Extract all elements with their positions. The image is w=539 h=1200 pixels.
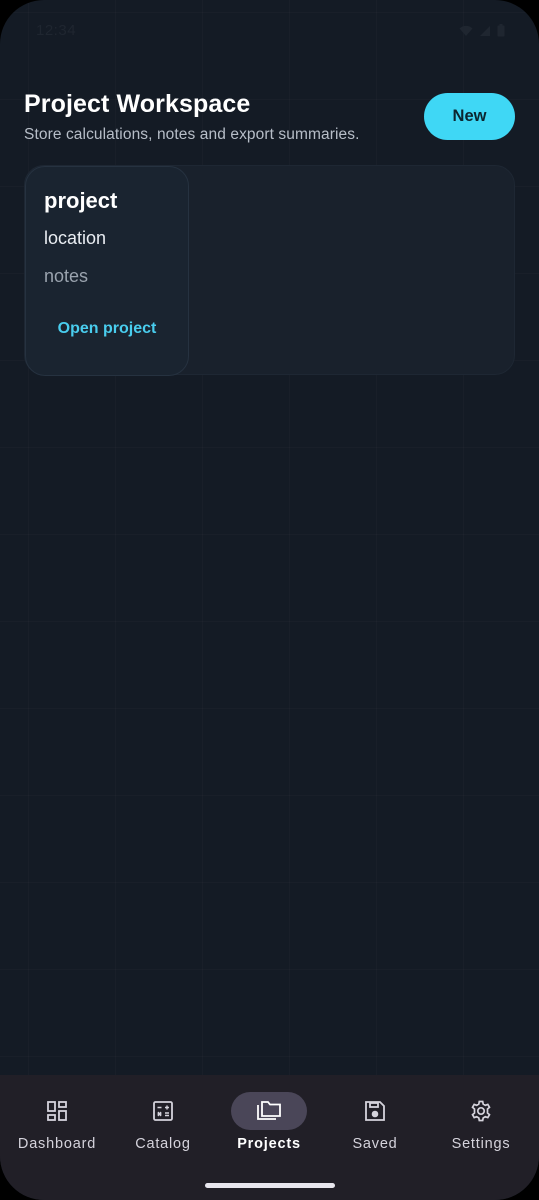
nav-label-catalog: Catalog <box>135 1136 191 1152</box>
nav-label-projects: Projects <box>237 1136 301 1152</box>
nav-active-indicator <box>231 1092 307 1130</box>
dashboard-grid-icon <box>47 1101 67 1121</box>
projects-panel: project location notes Open project <box>24 165 515 376</box>
project-notes: notes <box>44 266 89 286</box>
folders-icon <box>257 1101 281 1120</box>
project-location: location <box>44 228 107 248</box>
nav-icon-container <box>125 1092 201 1130</box>
nav-icon-container <box>337 1092 413 1130</box>
nav-item-dashboard[interactable]: Dashboard <box>3 1075 111 1175</box>
open-project-button[interactable]: Open project <box>26 320 188 338</box>
nav-item-catalog[interactable]: Catalog <box>109 1075 217 1175</box>
new-project-button[interactable]: New <box>424 93 515 140</box>
nav-label-dashboard: Dashboard <box>17 1136 97 1152</box>
page-title: Project Workspace <box>24 90 251 118</box>
project-name: project <box>44 188 118 213</box>
project-card[interactable]: project location notes Open project <box>25 166 189 376</box>
nav-item-projects[interactable]: Projects <box>215 1075 323 1175</box>
app-screen: 12:34 Project Workspace Store calculatio… <box>0 0 539 1200</box>
battery-icon <box>497 24 505 37</box>
nav-label-saved: Saved <box>352 1136 398 1152</box>
nav-icon-container <box>19 1092 95 1130</box>
page-header: Project Workspace Store calculations, no… <box>24 88 515 148</box>
status-time: 12:34 <box>36 22 77 39</box>
calculator-icon <box>153 1101 173 1121</box>
signal-icon <box>480 25 490 36</box>
nav-item-saved[interactable]: Saved <box>321 1075 429 1175</box>
floppy-disk-icon <box>365 1101 385 1121</box>
nav-label-settings: Settings <box>451 1136 511 1152</box>
nav-icon-container <box>443 1092 519 1130</box>
bottom-navigation: Dashboard Catalog Projects Saved Setting… <box>0 1075 539 1200</box>
home-indicator[interactable] <box>205 1183 335 1188</box>
nav-item-settings[interactable]: Settings <box>427 1075 535 1175</box>
status-bar: 12:34 <box>0 0 539 64</box>
wifi-icon <box>459 25 473 36</box>
status-icons <box>459 24 505 37</box>
gear-icon <box>471 1100 491 1122</box>
page-subtitle: Store calculations, notes and export sum… <box>24 126 360 143</box>
